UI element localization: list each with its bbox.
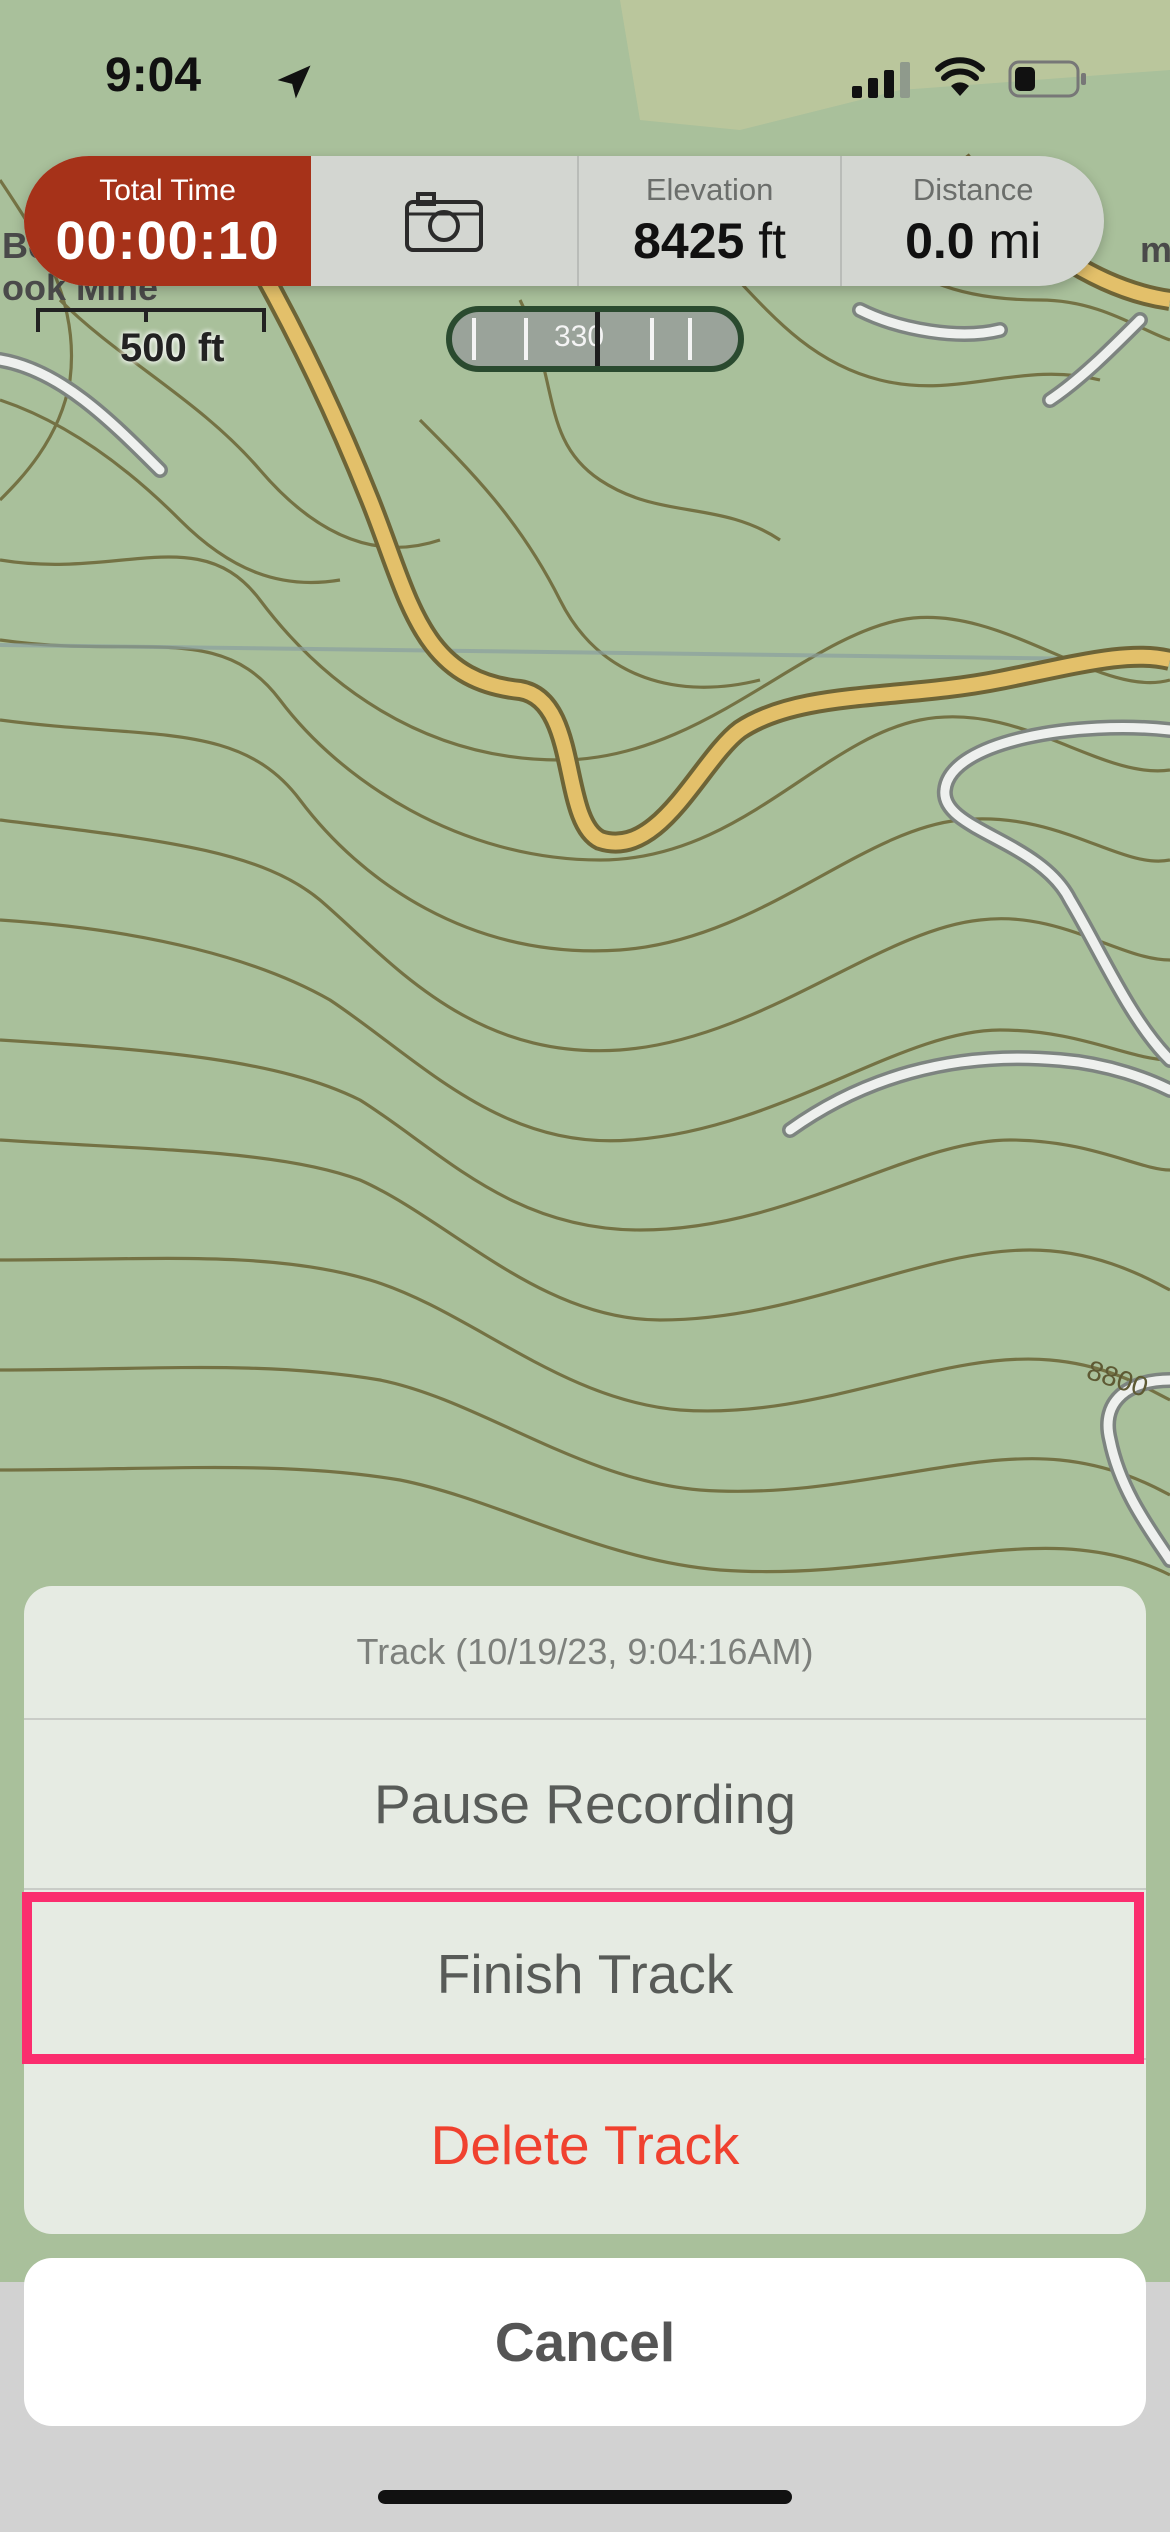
- action-sheet: Track (10/19/23, 9:04:16AM) Pause Record…: [24, 1586, 1146, 2234]
- cancel-button[interactable]: Cancel: [24, 2258, 1146, 2426]
- elevation-label: Elevation: [645, 172, 774, 207]
- total-time-box[interactable]: Total Time 00:00:10: [24, 156, 312, 286]
- camera-icon: [404, 192, 483, 252]
- distance-label: Distance: [912, 172, 1034, 207]
- compass-tick: [650, 318, 654, 360]
- elevation-box[interactable]: Elevation 8425 ft: [579, 156, 841, 286]
- compass-center-marker: [595, 312, 600, 366]
- track-stats-panel: Total Time 00:00:10 Elevation 8425 ft Di…: [24, 156, 1104, 286]
- cellular-signal-icon: [852, 62, 910, 98]
- delete-track-button[interactable]: Delete Track: [24, 2060, 1146, 2230]
- wifi-icon: [935, 57, 985, 96]
- scale-label: 500 ft: [120, 326, 225, 370]
- compass-tick: [524, 318, 528, 360]
- compass-tick: [472, 318, 476, 360]
- camera-button[interactable]: [311, 156, 579, 286]
- total-time-label: Total Time: [99, 174, 236, 207]
- elevation-unit: ft: [758, 213, 787, 269]
- compass-heading-strip[interactable]: 330: [446, 306, 744, 372]
- battery-icon: [1008, 60, 1086, 98]
- status-time: 9:04: [105, 49, 202, 102]
- compass-tick: [688, 318, 692, 360]
- distance-value: 0.0: [905, 213, 975, 269]
- right-edge-label: m: [1140, 229, 1170, 270]
- total-time-value: 00:00:10: [55, 211, 280, 271]
- home-indicator[interactable]: [378, 2490, 792, 2504]
- distance-unit: mi: [988, 213, 1042, 269]
- location-arrow-icon: [277, 65, 311, 99]
- action-sheet-title: Track (10/19/23, 9:04:16AM): [24, 1586, 1146, 1720]
- pause-recording-button[interactable]: Pause Recording: [24, 1720, 1146, 1890]
- distance-box[interactable]: Distance 0.0 mi: [840, 156, 1104, 286]
- finish-track-button[interactable]: Finish Track: [24, 1890, 1146, 2060]
- distance-value-line: 0.0 mi: [905, 212, 1041, 270]
- scale-bar-tick: [144, 308, 148, 322]
- elevation-value-line: 8425 ft: [633, 212, 786, 270]
- elevation-value: 8425: [633, 213, 745, 269]
